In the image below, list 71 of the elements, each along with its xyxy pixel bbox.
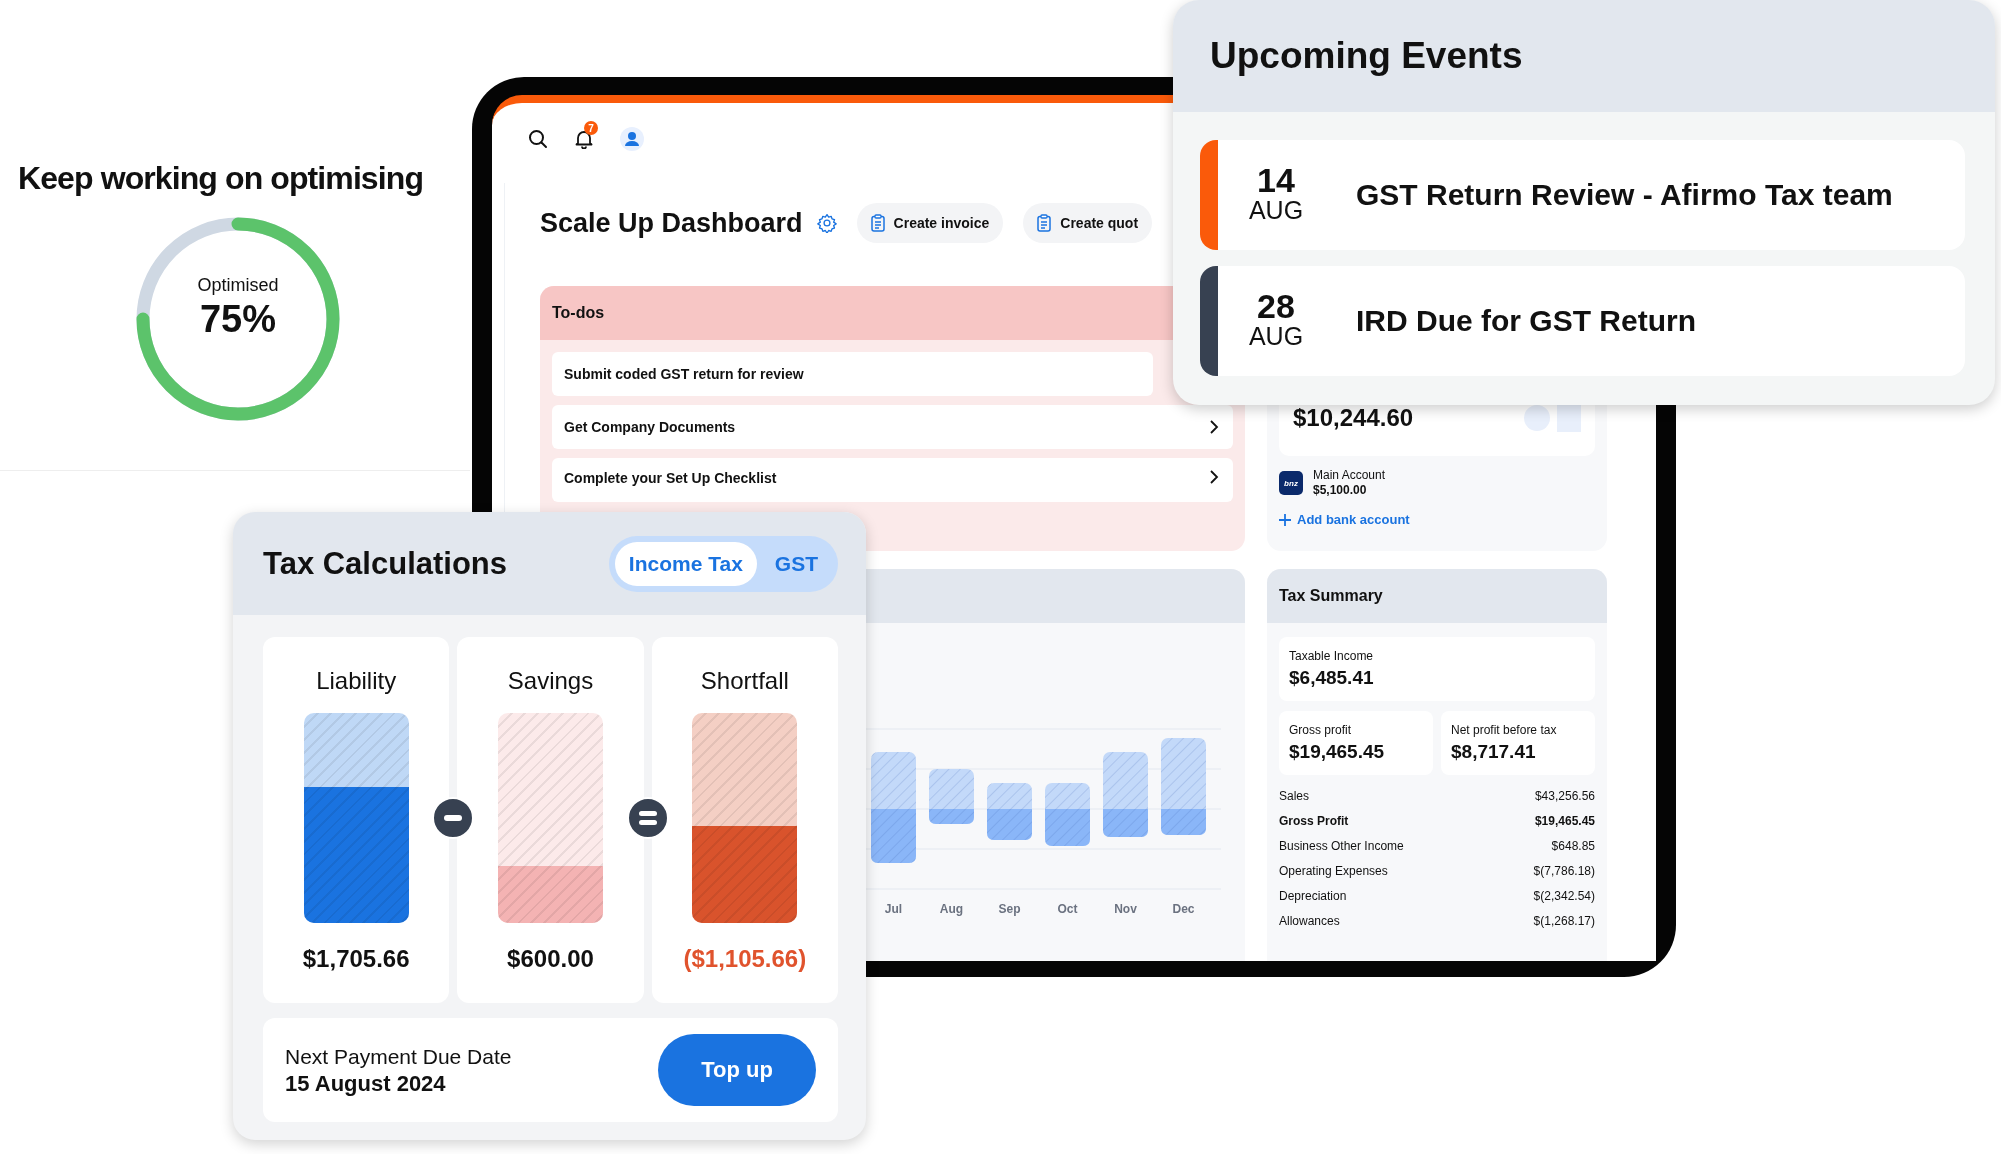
payment-date: 15 August 2024 [285,1070,447,1097]
row-value: $(2,342.54) [1533,888,1595,903]
month-label: Oct [1057,902,1078,916]
row-label: Business Other Income [1279,838,1404,853]
chart-bar [987,783,1032,840]
row-value: $43,256.56 [1534,788,1595,803]
plus-icon [1279,513,1291,526]
event-day: 14 [1257,165,1295,195]
card-title: Upcoming Events [1210,35,1523,77]
event-month: AUG [1248,321,1304,351]
top-up-button[interactable]: Top up [658,1034,816,1106]
event-item[interactable]: 14 AUG GST Return Review - Afirmo Tax team [1200,140,1965,250]
event-month: AUG [1248,195,1304,225]
tile-value: $6,485.41 [1289,667,1375,689]
row-label: Allowances [1279,913,1340,928]
notification-badge: 7 [584,121,598,135]
row-value: $19,465.45 [1534,813,1595,828]
tile-label: Taxable Income [1289,649,1375,663]
create-button[interactable]: Create quot [1023,203,1153,243]
add-bank-account-link[interactable]: Add bank account [1279,512,1410,527]
bank-logo: bnz [1279,471,1303,495]
row-label: Gross Profit [1279,813,1349,828]
event-item[interactable]: 28 AUG IRD Due for GST Return [1200,266,1965,376]
month-label: Dec [1172,902,1195,916]
row-value: $(1,268.17) [1533,913,1595,928]
user-avatar-icon[interactable] [620,127,644,151]
row-label: Sales [1279,788,1310,803]
create-button[interactable]: Create invoice [856,203,1004,243]
column-amount: $1,705.66 [302,945,410,973]
column-amount: ($1,105.66) [683,945,807,973]
chart-bar [1045,783,1090,846]
search-icon[interactable] [528,129,548,149]
event-day: 28 [1257,291,1295,321]
column-label: Shortfall [700,667,789,695]
row-label: Operating Expenses [1279,863,1388,878]
row-value: $(7,786.18) [1533,863,1595,878]
card-title: Tax Calculations [263,545,508,582]
progress-value: 75% [199,298,277,341]
month-label: Sep [998,902,1021,916]
clipboard-icon [1037,214,1052,232]
chevron-right-icon [1209,470,1219,484]
tile-label: Gross profit [1289,723,1352,737]
payment-label: Next Payment Due Date [285,1044,512,1070]
panel-header: Tax Summary [1267,569,1607,623]
todo-item[interactable]: Get Company Documents [552,405,1233,449]
tab[interactable]: Income Tax [614,541,757,586]
event-title: GST Return Review - Afirmo Tax team [1356,178,1893,212]
tile-label: Net profit before tax [1451,723,1558,737]
balance-amount: $10,244.60 [1293,404,1414,432]
clipboard-icon [870,214,885,232]
row-label: Depreciation [1279,888,1347,903]
chevron-right-icon [1209,420,1219,434]
month-label: Jul [884,902,903,916]
gear-icon[interactable] [816,213,837,233]
column-amount: $600.00 [507,945,594,973]
tile-value: $8,717.41 [1451,741,1537,763]
card-title: Keep working on optimising [17,159,425,197]
row-value: $648.85 [1551,838,1595,853]
account-balance: $5,100.00 [1313,483,1368,498]
month-label: Aug [939,902,964,916]
todo-item[interactable]: Complete your Set Up Checklist [552,458,1233,502]
column-label: Savings [507,667,594,695]
account-name: Main Account [1313,468,1386,483]
progress-label: Optimised [197,275,279,296]
todo-item[interactable]: Submit coded GST return for review [552,352,1153,396]
chart-bar [929,769,974,824]
column-label: Liability [316,667,397,695]
dashboard-title: Scale Up Dashboard [540,207,803,239]
month-label: Nov [1114,902,1137,916]
event-title: IRD Due for GST Return [1356,304,1696,338]
tile-value: $19,465.45 [1289,741,1386,763]
